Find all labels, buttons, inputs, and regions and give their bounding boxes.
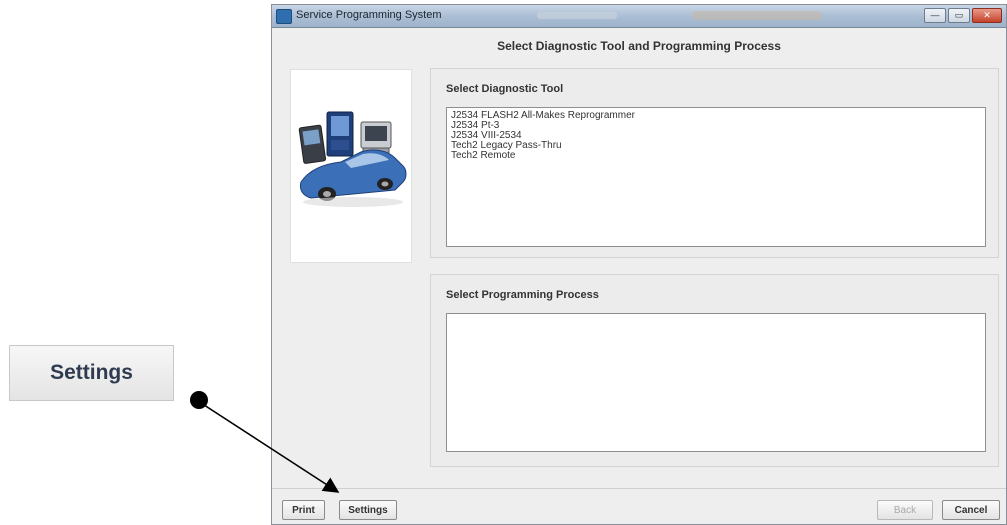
diagnostic-tool-label: Select Diagnostic Tool: [446, 83, 564, 95]
programming-process-list[interactable]: [446, 313, 986, 452]
settings-callout: Settings: [9, 345, 174, 401]
titlebar-blur: [692, 11, 822, 20]
settings-callout-label: Settings: [50, 361, 133, 384]
diagnostic-tool-item[interactable]: J2534 FLASH2 All-Makes Reprogrammer: [447, 111, 985, 121]
print-button[interactable]: Print: [282, 500, 325, 520]
diagnostic-tool-item[interactable]: Tech2 Legacy Pass-Thru: [447, 141, 985, 151]
close-icon[interactable]: ✕: [972, 8, 1002, 23]
programming-process-group: Select Programming Process: [430, 274, 999, 467]
titlebar-blur: [537, 12, 617, 19]
dialog-header: Select Diagnostic Tool and Programming P…: [497, 39, 781, 53]
programming-process-label: Select Programming Process: [446, 289, 599, 301]
title-bar[interactable]: Service Programming System — ▭ ✕: [272, 5, 1006, 28]
window-title: Service Programming System: [296, 9, 442, 21]
footer-divider: [272, 488, 1006, 489]
minimize-icon[interactable]: —: [924, 8, 946, 23]
diagnostic-tool-item[interactable]: J2534 Pt-3: [447, 121, 985, 131]
window-controls: — ▭ ✕: [924, 8, 1002, 23]
back-button[interactable]: Back: [877, 500, 933, 520]
car-and-tools-icon: [298, 111, 407, 207]
arrow-origin-dot: [190, 391, 208, 409]
maximize-icon[interactable]: ▭: [948, 8, 970, 23]
diagnostic-tool-item[interactable]: Tech2 Remote: [447, 151, 985, 161]
diagnostic-tools-illustration: [290, 69, 412, 263]
settings-button[interactable]: Settings: [339, 500, 397, 520]
diagnostic-tool-list[interactable]: J2534 FLASH2 All-Makes Reprogrammer J2534…: [446, 107, 986, 247]
app-icon: [276, 9, 292, 24]
cancel-button[interactable]: Cancel: [942, 500, 1000, 520]
diagnostic-tool-group: Select Diagnostic Tool J2534 FLASH2 All-…: [430, 68, 999, 258]
service-programming-window: Service Programming System — ▭ ✕ Select …: [271, 4, 1007, 525]
